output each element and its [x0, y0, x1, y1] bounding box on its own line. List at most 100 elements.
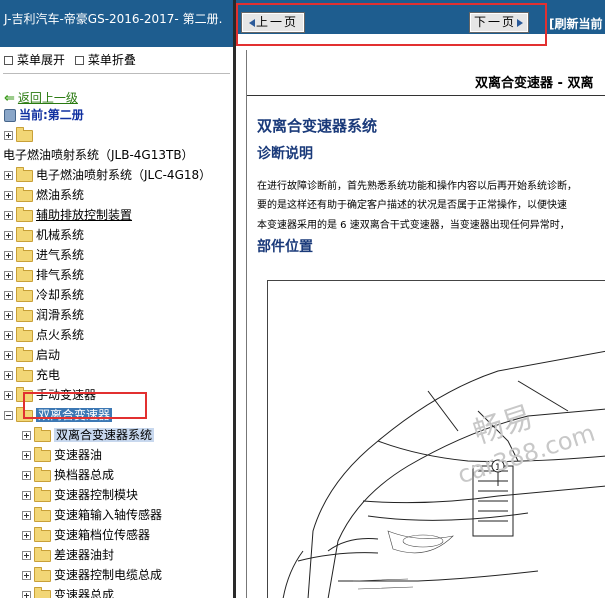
tree-item[interactable]: 充电: [4, 365, 60, 385]
tree-item-label: 充电: [36, 368, 61, 382]
expand-node-icon[interactable]: [22, 531, 31, 540]
tree-item-label: 辅助排放控制装置: [36, 208, 133, 222]
doc-header-rule: [247, 95, 605, 96]
folder-icon: [34, 506, 51, 522]
collapse-menu-button[interactable]: 菜单折叠: [74, 53, 136, 67]
manual-title: J-吉利汽车-帝豪GS-2016-2017- 第二册.: [0, 0, 233, 47]
section-heading-location: 部件位置: [257, 239, 313, 255]
tree-item[interactable]: 启动: [4, 345, 60, 365]
expand-node-icon[interactable]: [4, 211, 13, 220]
tree-item-label: 燃油系统: [36, 188, 85, 202]
tree-item-label: 变速器控制模块: [54, 488, 139, 502]
tree-item-label: 冷却系统: [36, 288, 85, 302]
menu-toolbar: 菜单展开 菜单折叠: [0, 47, 233, 73]
tree-item-label: 变速器总成: [54, 588, 115, 598]
tree-item[interactable]: 排气系统: [4, 265, 84, 285]
folder-icon: [34, 526, 51, 542]
tree-item[interactable]: 电子燃油喷射系统（JLC-4G18）: [4, 165, 211, 185]
expand-node-icon[interactable]: [4, 371, 13, 380]
paragraph-3: 本变速器采用的是 6 速双离合干式变速器，当变速器出现任何异常时，: [257, 220, 570, 231]
doc-title: 双离合变速器系统: [257, 117, 378, 135]
highlight-box-nav: [236, 3, 547, 46]
collapse-icon: [74, 55, 84, 65]
folder-icon: [16, 326, 33, 342]
tree-item-label: 点火系统: [36, 328, 85, 342]
tree-item-label: 进气系统: [36, 248, 85, 262]
folder-icon: [16, 186, 33, 202]
tree-item-label: 变速箱档位传感器: [54, 528, 151, 542]
tree-item[interactable]: 变速器总成: [22, 585, 114, 598]
tree-item[interactable]: 差速器油封: [22, 545, 114, 565]
back-arrow-icon: ⇐: [4, 91, 15, 106]
tree-item[interactable]: 点火系统: [4, 325, 84, 345]
expand-node-icon[interactable]: [4, 391, 13, 400]
tree-item[interactable]: 进气系统: [4, 245, 84, 265]
expand-node-icon[interactable]: [22, 571, 31, 580]
tree-item[interactable]: 变速箱档位传感器: [22, 525, 150, 545]
folder-icon: [34, 486, 51, 502]
tree-item[interactable]: 换档器总成: [22, 465, 114, 485]
paragraph-2: 要的是这样还有助于确定客户描述的状况是否属于正常操作，以便快速: [257, 200, 567, 211]
content-pane: 上一页 下一页 [刷新当前 双离合变速器 - 双离 双离合变速器系统 诊断说明 …: [236, 0, 605, 598]
folder-icon: [16, 206, 33, 222]
tree-item[interactable]: [4, 125, 36, 145]
expand-icon: [4, 55, 13, 65]
expand-node-icon[interactable]: [22, 431, 31, 440]
book-icon: [4, 109, 16, 122]
expand-menu-button[interactable]: 菜单展开: [4, 53, 65, 67]
tree-item[interactable]: 冷却系统: [4, 285, 84, 305]
expand-node-icon[interactable]: [22, 471, 31, 480]
folder-icon: [16, 126, 33, 142]
folder-icon: [16, 286, 33, 302]
expand-node-icon[interactable]: [4, 171, 13, 180]
tree-item-label: 变速器油: [54, 448, 103, 462]
expand-node-icon[interactable]: [22, 451, 31, 460]
folder-icon: [16, 306, 33, 322]
tree-item[interactable]: 燃油系统: [4, 185, 84, 205]
tree-item[interactable]: 变速器油: [22, 445, 102, 465]
toolbar-divider: [3, 73, 230, 74]
folder-icon: [16, 346, 33, 362]
expand-node-icon[interactable]: [4, 271, 13, 280]
expand-node-icon[interactable]: [22, 551, 31, 560]
refresh-link[interactable]: [刷新当前: [549, 15, 603, 32]
tree-item-label: 变速箱输入轴传感器: [54, 508, 163, 522]
folder-icon: [16, 226, 33, 242]
tree-item-label: 润滑系统: [36, 308, 85, 322]
folder-icon: [34, 586, 51, 598]
expand-node-icon[interactable]: [22, 591, 31, 598]
tree-item-label: 变速器控制电缆总成: [54, 568, 163, 582]
collapse-node-icon[interactable]: [4, 411, 13, 420]
expand-node-icon[interactable]: [22, 491, 31, 500]
tree-item[interactable]: 双离合变速器系统: [22, 425, 155, 445]
tree-item[interactable]: 电子燃油喷射系统（JLB-4G13TB）: [3, 145, 194, 165]
expand-node-icon[interactable]: [4, 251, 13, 260]
tree-item-label: 双离合变速器系统: [54, 428, 155, 442]
tree-item-label: 电子燃油喷射系统（JLB-4G13TB）: [3, 148, 194, 162]
tree-item[interactable]: 辅助排放控制装置: [4, 205, 132, 225]
expand-node-icon[interactable]: [4, 191, 13, 200]
expand-node-icon[interactable]: [4, 231, 13, 240]
tree-item[interactable]: 润滑系统: [4, 305, 84, 325]
tree-item[interactable]: 机械系统: [4, 225, 84, 245]
section-heading-diagnosis: 诊断说明: [257, 146, 313, 162]
back-link[interactable]: ⇐ 返回上一级: [4, 90, 78, 106]
folder-icon: [16, 366, 33, 382]
tree-item[interactable]: 变速箱输入轴传感器: [22, 505, 162, 525]
tree-item[interactable]: 变速器控制模块: [22, 485, 138, 505]
tree-item[interactable]: 变速器控制电缆总成: [22, 565, 162, 585]
left-pane: J-吉利汽车-帝豪GS-2016-2017- 第二册. 菜单展开 菜单折叠 ⇐ 返…: [0, 0, 233, 598]
folder-icon: [16, 166, 33, 182]
expand-node-icon[interactable]: [4, 311, 13, 320]
current-location: 当前:第二册: [4, 107, 84, 123]
expand-node-icon[interactable]: [4, 331, 13, 340]
expand-node-icon[interactable]: [4, 131, 13, 140]
tree-item-label: 换档器总成: [54, 468, 115, 482]
tree-item-label: 机械系统: [36, 228, 85, 242]
expand-node-icon[interactable]: [4, 291, 13, 300]
paragraph-1: 在进行故障诊断前，首先熟悉系统功能和操作内容以后再开始系统诊断，: [257, 181, 577, 192]
expand-node-icon[interactable]: [22, 511, 31, 520]
tree-item-label: 启动: [36, 348, 61, 362]
expand-node-icon[interactable]: [4, 351, 13, 360]
tree-item-label: 差速器油封: [54, 548, 115, 562]
